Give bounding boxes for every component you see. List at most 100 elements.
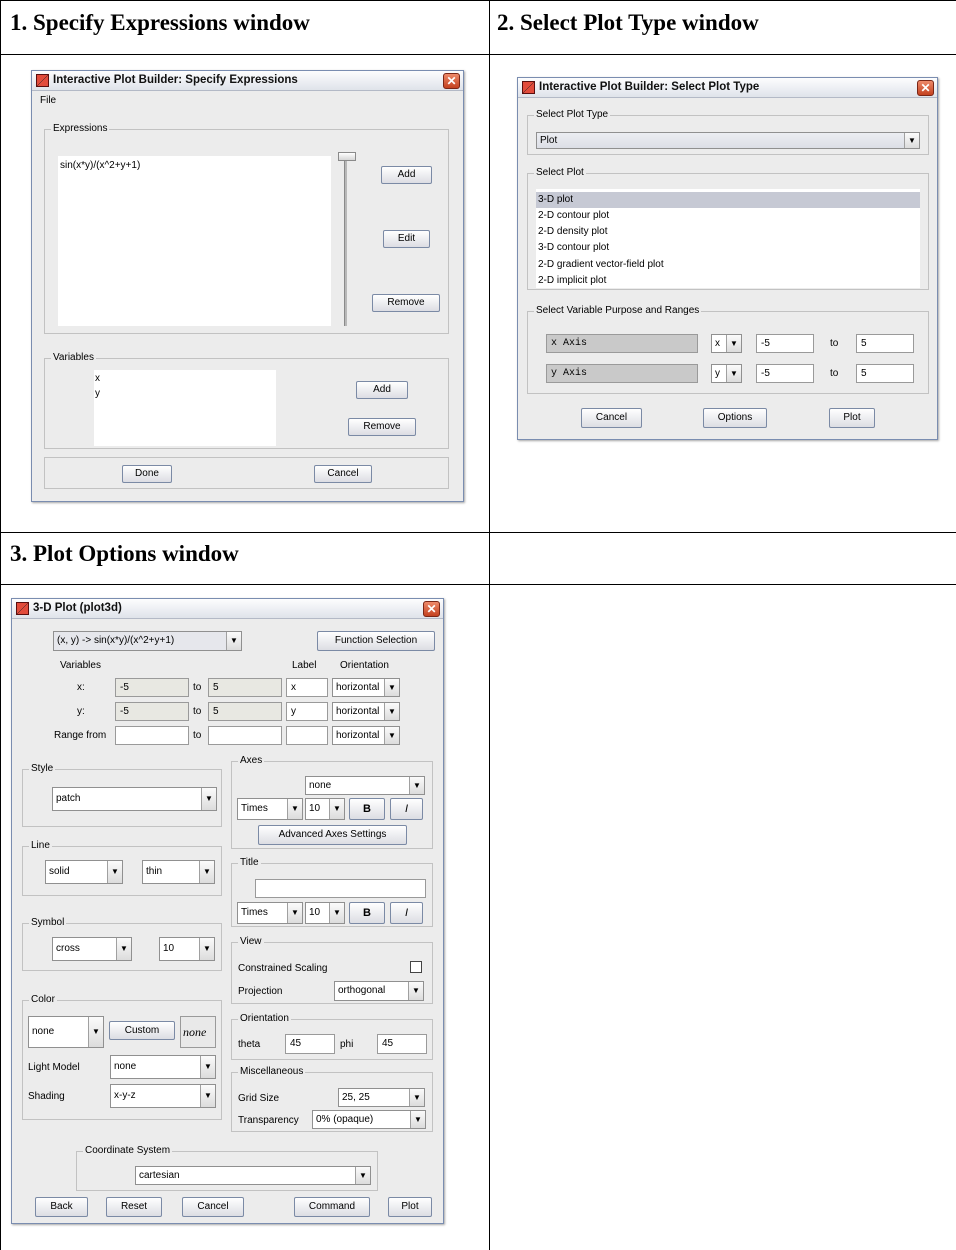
command-button[interactable]: Command [294, 1197, 370, 1217]
variable-item-x[interactable]: x [95, 373, 100, 384]
range-to-input[interactable] [208, 726, 282, 745]
title-italic-button[interactable]: I [390, 902, 423, 924]
line-width-select[interactable]: thin ▼ [142, 860, 215, 884]
plot-list-item[interactable]: 2-D gradient vector-field plot [538, 259, 664, 270]
chevron-down-icon[interactable]: ▼ [904, 133, 919, 148]
expression-slider-thumb[interactable] [338, 152, 356, 161]
chevron-down-icon[interactable]: ▼ [329, 799, 344, 819]
cancel-button[interactable]: Cancel [182, 1197, 244, 1217]
function-selection-button[interactable]: Function Selection [317, 631, 435, 651]
chevron-down-icon[interactable]: ▼ [116, 938, 131, 960]
shading-select[interactable]: x-y-z ▼ [110, 1084, 216, 1108]
reset-button[interactable]: Reset [106, 1197, 162, 1217]
color-select[interactable]: none ▼ [28, 1016, 104, 1048]
specify-title-bar[interactable]: Interactive Plot Builder: Specify Expres… [32, 71, 463, 91]
close-icon[interactable]: ✕ [917, 80, 934, 96]
axes-italic-button[interactable]: I [390, 798, 423, 820]
title-font-select[interactable]: Times ▼ [237, 902, 303, 924]
chevron-down-icon[interactable]: ▼ [384, 679, 399, 696]
projection-select[interactable]: orthogonal ▼ [334, 981, 424, 1001]
chevron-down-icon[interactable]: ▼ [88, 1017, 103, 1047]
chevron-down-icon[interactable]: ▼ [726, 335, 741, 352]
theta-input[interactable]: 45 [285, 1034, 335, 1054]
y-axis-from-input[interactable]: -5 [756, 364, 814, 383]
plot-list-item[interactable]: 2-D implicit plot [538, 275, 606, 286]
orientation-select[interactable]: horizontal ▼ [332, 678, 400, 697]
coordinate-system-select[interactable]: cartesian ▼ [135, 1166, 371, 1185]
chevron-down-icon[interactable]: ▼ [200, 1085, 215, 1107]
title-bold-button[interactable]: B [349, 902, 385, 924]
chevron-down-icon[interactable]: ▼ [409, 777, 424, 794]
chevron-down-icon[interactable]: ▼ [355, 1167, 370, 1184]
expressions-list[interactable]: sin(x*y)/(x^2+y+1) [58, 156, 331, 326]
add-variable-button[interactable]: Add [356, 381, 408, 399]
plot-button[interactable]: Plot [388, 1197, 432, 1217]
chevron-down-icon[interactable]: ▼ [329, 903, 344, 923]
chevron-down-icon[interactable]: ▼ [408, 982, 423, 1000]
symbol-select[interactable]: cross ▼ [52, 937, 132, 961]
plot-list-item[interactable]: 3-D plot [536, 192, 920, 208]
orientation-select[interactable]: horizontal ▼ [332, 726, 400, 745]
chevron-down-icon[interactable]: ▼ [107, 861, 122, 883]
constrained-scaling-checkbox[interactable] [410, 961, 422, 973]
remove-variable-button[interactable]: Remove [348, 418, 416, 436]
style-select[interactable]: patch ▼ [52, 787, 217, 811]
menu-file[interactable]: File [40, 95, 56, 106]
add-expression-button[interactable]: Add [381, 166, 432, 184]
axes-select[interactable]: none ▼ [305, 776, 425, 795]
chevron-down-icon[interactable]: ▼ [410, 1111, 425, 1128]
expression-slider-track[interactable] [344, 156, 347, 326]
remove-expression-button[interactable]: Remove [372, 294, 440, 312]
chevron-down-icon[interactable]: ▼ [287, 799, 302, 819]
options-button[interactable]: Options [703, 408, 767, 428]
line-style-select[interactable]: solid ▼ [45, 860, 123, 884]
back-button[interactable]: Back [35, 1197, 88, 1217]
axes-bold-button[interactable]: B [349, 798, 385, 820]
plot-list-item[interactable]: 3-D contour plot [538, 242, 609, 253]
chevron-down-icon[interactable]: ▼ [201, 788, 216, 810]
variable-from-input[interactable]: -5 [115, 702, 189, 721]
x-axis-variable-select[interactable]: x ▼ [711, 334, 742, 353]
function-dropdown[interactable]: (x, y) -> sin(x*y)/(x^2+y+1) ▼ [53, 631, 242, 651]
expression-item[interactable]: sin(x*y)/(x^2+y+1) [60, 160, 140, 171]
transparency-select[interactable]: 0% (opaque) ▼ [312, 1110, 426, 1129]
done-button[interactable]: Done [122, 465, 172, 483]
variable-item-y[interactable]: y [95, 388, 100, 399]
plot-list-item[interactable]: 2-D contour plot [538, 210, 609, 221]
chevron-down-icon[interactable]: ▼ [409, 1089, 424, 1106]
select-title-bar[interactable]: Interactive Plot Builder: Select Plot Ty… [518, 78, 937, 98]
close-icon[interactable]: ✕ [423, 601, 440, 617]
cancel-button[interactable]: Cancel [314, 465, 372, 483]
axes-font-select[interactable]: Times ▼ [237, 798, 303, 820]
phi-input[interactable]: 45 [377, 1034, 427, 1054]
variables-list[interactable]: x y [94, 370, 276, 446]
range-label-input[interactable] [286, 726, 328, 745]
variable-to-input[interactable]: 5 [208, 702, 282, 721]
chevron-down-icon[interactable]: ▼ [200, 1056, 215, 1078]
plot-button[interactable]: Plot [829, 408, 875, 428]
orientation-select[interactable]: horizontal ▼ [332, 702, 400, 721]
chevron-down-icon[interactable]: ▼ [199, 861, 214, 883]
variable-to-input[interactable]: 5 [208, 678, 282, 697]
chevron-down-icon[interactable]: ▼ [287, 903, 302, 923]
chevron-down-icon[interactable]: ▼ [384, 703, 399, 720]
x-axis-to-input[interactable]: 5 [856, 334, 914, 353]
chevron-down-icon[interactable]: ▼ [384, 727, 399, 744]
variable-label-input[interactable]: x [286, 678, 328, 697]
title-size-select[interactable]: 10 ▼ [305, 902, 345, 924]
custom-color-button[interactable]: Custom [109, 1021, 175, 1040]
x-axis-from-input[interactable]: -5 [756, 334, 814, 353]
close-icon[interactable]: ✕ [443, 73, 460, 89]
plot-list[interactable]: 3-D plot 2-D contour plot 2-D density pl… [536, 189, 920, 288]
cancel-button[interactable]: Cancel [581, 408, 642, 428]
y-axis-to-input[interactable]: 5 [856, 364, 914, 383]
plot-list-item[interactable]: 2-D density plot [538, 226, 607, 237]
plot-type-dropdown[interactable]: Plot ▼ [536, 132, 920, 149]
y-axis-variable-select[interactable]: y ▼ [711, 364, 742, 383]
chevron-down-icon[interactable]: ▼ [226, 632, 241, 650]
variable-from-input[interactable]: -5 [115, 678, 189, 697]
grid-size-select[interactable]: 25, 25 ▼ [338, 1088, 425, 1107]
variable-label-input[interactable]: y [286, 702, 328, 721]
light-model-select[interactable]: none ▼ [110, 1055, 216, 1079]
chevron-down-icon[interactable]: ▼ [199, 938, 214, 960]
